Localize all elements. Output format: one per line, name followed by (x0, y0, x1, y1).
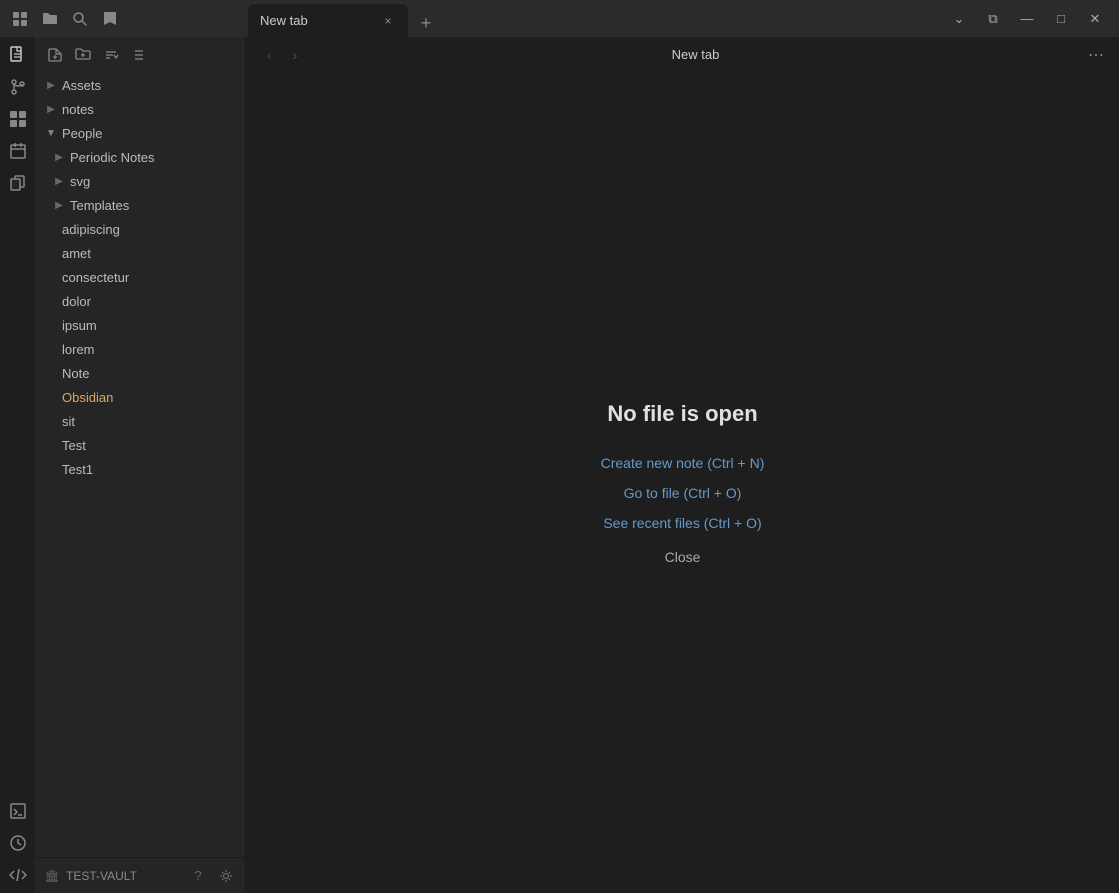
file-note[interactable]: Note (36, 361, 245, 385)
tabs-area: New tab × + (248, 0, 935, 37)
bookmark-icon[interactable] (98, 7, 122, 31)
file-sit[interactable]: sit (36, 409, 245, 433)
chevron-right-icon: ▶ (52, 174, 66, 188)
folder-notes[interactable]: ▶ notes (36, 97, 245, 121)
chevron-down-icon: ▼ (44, 126, 58, 140)
content-title: New tab (308, 47, 1083, 62)
folder-label: notes (62, 102, 94, 117)
code-activity-icon[interactable] (4, 861, 32, 889)
file-dolor[interactable]: dolor (36, 289, 245, 313)
plugins-activity-icon[interactable] (4, 105, 32, 133)
file-label: Obsidian (62, 390, 113, 405)
folder-label: Assets (62, 78, 101, 93)
main-area: ▶ Assets ▶ notes ▼ People ▶ Periodic Not… (0, 37, 1119, 893)
content-body: No file is open Create new note (Ctrl + … (246, 73, 1119, 893)
calendar-activity-icon[interactable] (4, 137, 32, 165)
content-area: ‹ › New tab ⋯ No file is open Create new… (246, 37, 1119, 893)
git-activity-icon[interactable] (4, 73, 32, 101)
forward-button[interactable]: › (282, 42, 308, 68)
tab-new-tab[interactable]: New tab × (248, 4, 408, 37)
go-to-file-link[interactable]: Go to file (Ctrl + O) (624, 485, 742, 501)
folder-label: Periodic Notes (70, 150, 155, 165)
close-button[interactable]: ✕ (1079, 3, 1111, 35)
new-note-button[interactable] (42, 42, 68, 68)
chevron-right-icon: ▶ (52, 198, 66, 212)
clock-activity-icon[interactable] (4, 829, 32, 857)
explorer-footer: 🏛 TEST-VAULT ? (36, 857, 245, 893)
file-obsidian[interactable]: Obsidian (36, 385, 245, 409)
collapse-all-button[interactable] (126, 42, 152, 68)
split-editor-button[interactable]: ⧉ (977, 3, 1009, 35)
copy-activity-icon[interactable] (4, 169, 32, 197)
folder-label: People (62, 126, 102, 141)
file-label: sit (62, 414, 75, 429)
folder-svg[interactable]: ▶ svg (36, 169, 245, 193)
sort-button[interactable] (98, 42, 124, 68)
explorer-toolbar (36, 37, 245, 73)
content-menu-button[interactable]: ⋯ (1083, 42, 1109, 68)
file-label: consectetur (62, 270, 129, 285)
tab-list-button[interactable]: ⌄ (943, 3, 975, 35)
folder-label: svg (70, 174, 90, 189)
vault-name: TEST-VAULT (66, 869, 181, 883)
settings-button[interactable] (215, 865, 237, 887)
vault-icon: 🏛 (44, 868, 60, 884)
chevron-right-icon: ▶ (52, 150, 66, 164)
file-label: amet (62, 246, 91, 261)
file-explorer: ▶ Assets ▶ notes ▼ People ▶ Periodic Not… (36, 37, 246, 893)
tab-close-button[interactable]: × (380, 13, 396, 29)
folder-people[interactable]: ▼ People (36, 121, 245, 145)
file-ipsum[interactable]: ipsum (36, 313, 245, 337)
file-consectetur[interactable]: consectetur (36, 265, 245, 289)
file-test[interactable]: Test (36, 433, 245, 457)
new-folder-button[interactable] (70, 42, 96, 68)
file-amet[interactable]: amet (36, 241, 245, 265)
file-label: adipiscing (62, 222, 120, 237)
no-file-title: No file is open (607, 401, 757, 427)
folder-templates[interactable]: ▶ Templates (36, 193, 245, 217)
folder-assets[interactable]: ▶ Assets (36, 73, 245, 97)
minimize-button[interactable]: — (1011, 3, 1043, 35)
folder-periodic-notes[interactable]: ▶ Periodic Notes (36, 145, 245, 169)
file-label: Test1 (62, 462, 93, 477)
titlebar-left (0, 7, 248, 31)
chevron-right-icon: ▶ (44, 78, 58, 92)
titlebar-right: ⌄ ⧉ — □ ✕ (935, 3, 1119, 35)
content-header: ‹ › New tab ⋯ (246, 37, 1119, 73)
file-lorem[interactable]: lorem (36, 337, 245, 361)
see-recent-files-link[interactable]: See recent files (Ctrl + O) (603, 515, 761, 531)
file-tree: ▶ Assets ▶ notes ▼ People ▶ Periodic Not… (36, 73, 245, 857)
file-test1[interactable]: Test1 (36, 457, 245, 481)
chevron-right-icon: ▶ (44, 102, 58, 116)
back-button[interactable]: ‹ (256, 42, 282, 68)
folder-icon[interactable] (38, 7, 62, 31)
file-label: ipsum (62, 318, 97, 333)
create-new-note-link[interactable]: Create new note (Ctrl + N) (601, 455, 765, 471)
file-label: lorem (62, 342, 95, 357)
help-button[interactable]: ? (187, 865, 209, 887)
file-label: Note (62, 366, 89, 381)
maximize-button[interactable]: □ (1045, 3, 1077, 35)
file-label: dolor (62, 294, 91, 309)
folder-label: Templates (70, 198, 129, 213)
files-activity-icon[interactable] (4, 41, 32, 69)
activity-bar (0, 37, 36, 893)
grid-icon[interactable] (8, 7, 32, 31)
search-icon[interactable] (68, 7, 92, 31)
file-label: Test (62, 438, 86, 453)
file-adipiscing[interactable]: adipiscing (36, 217, 245, 241)
close-label[interactable]: Close (665, 549, 701, 565)
new-tab-button[interactable]: + (412, 9, 440, 37)
terminal-activity-icon[interactable] (4, 797, 32, 825)
tab-label: New tab (260, 13, 372, 28)
titlebar: New tab × + ⌄ ⧉ — □ ✕ (0, 0, 1119, 37)
